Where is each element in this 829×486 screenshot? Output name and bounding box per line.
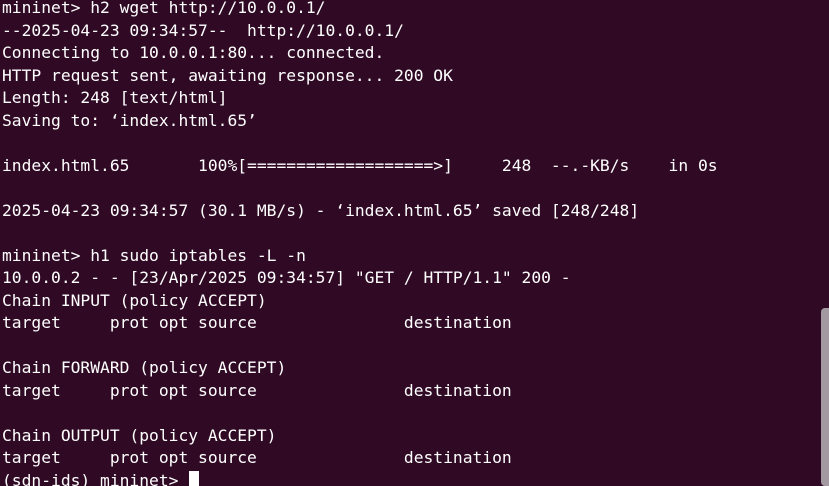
terminal-line: target prot opt source destination <box>2 448 512 467</box>
prompt-line[interactable]: (sdn-ids) mininet> <box>2 470 817 486</box>
terminal-line: --2025-04-23 09:34:57-- http://10.0.0.1/ <box>2 20 404 40</box>
text-cursor <box>189 470 200 486</box>
terminal-line: Connecting to 10.0.0.1:80... connected. <box>2 43 385 62</box>
terminal-window[interactable]: mininet> h2 wget http://10.0.0.1/ --2025… <box>0 0 829 486</box>
terminal-line: Length: 248 [text/html] <box>2 88 228 107</box>
terminal-output: mininet> h2 wget http://10.0.0.1/ --2025… <box>2 0 817 486</box>
terminal-line: Chain OUTPUT (policy ACCEPT) <box>2 425 277 445</box>
terminal-line: mininet> h2 wget http://10.0.0.1/ <box>2 0 326 17</box>
terminal-line: target prot opt source destination <box>2 380 512 400</box>
terminal-line: 10.0.0.2 - - [23/Apr/2025 09:34:57] "GET… <box>2 268 571 287</box>
shell-prompt: (sdn-ids) mininet> <box>2 470 189 486</box>
scrollbar-thumb[interactable] <box>821 308 829 486</box>
terminal-line: target prot opt source destination <box>2 313 512 332</box>
terminal-line: 2025-04-23 09:34:57 (30.1 MB/s) - ‘index… <box>2 200 640 220</box>
terminal-line: Chain FORWARD (policy ACCEPT) <box>2 358 287 377</box>
terminal-line: HTTP request sent, awaiting response... … <box>2 65 453 85</box>
terminal-line: Chain INPUT (policy ACCEPT) <box>2 290 267 310</box>
terminal-line: index.html.65 100%[===================>]… <box>2 155 718 175</box>
terminal-line: Saving to: ‘index.html.65’ <box>2 110 257 130</box>
terminal-line: mininet> h1 sudo iptables -L -n <box>2 245 306 265</box>
